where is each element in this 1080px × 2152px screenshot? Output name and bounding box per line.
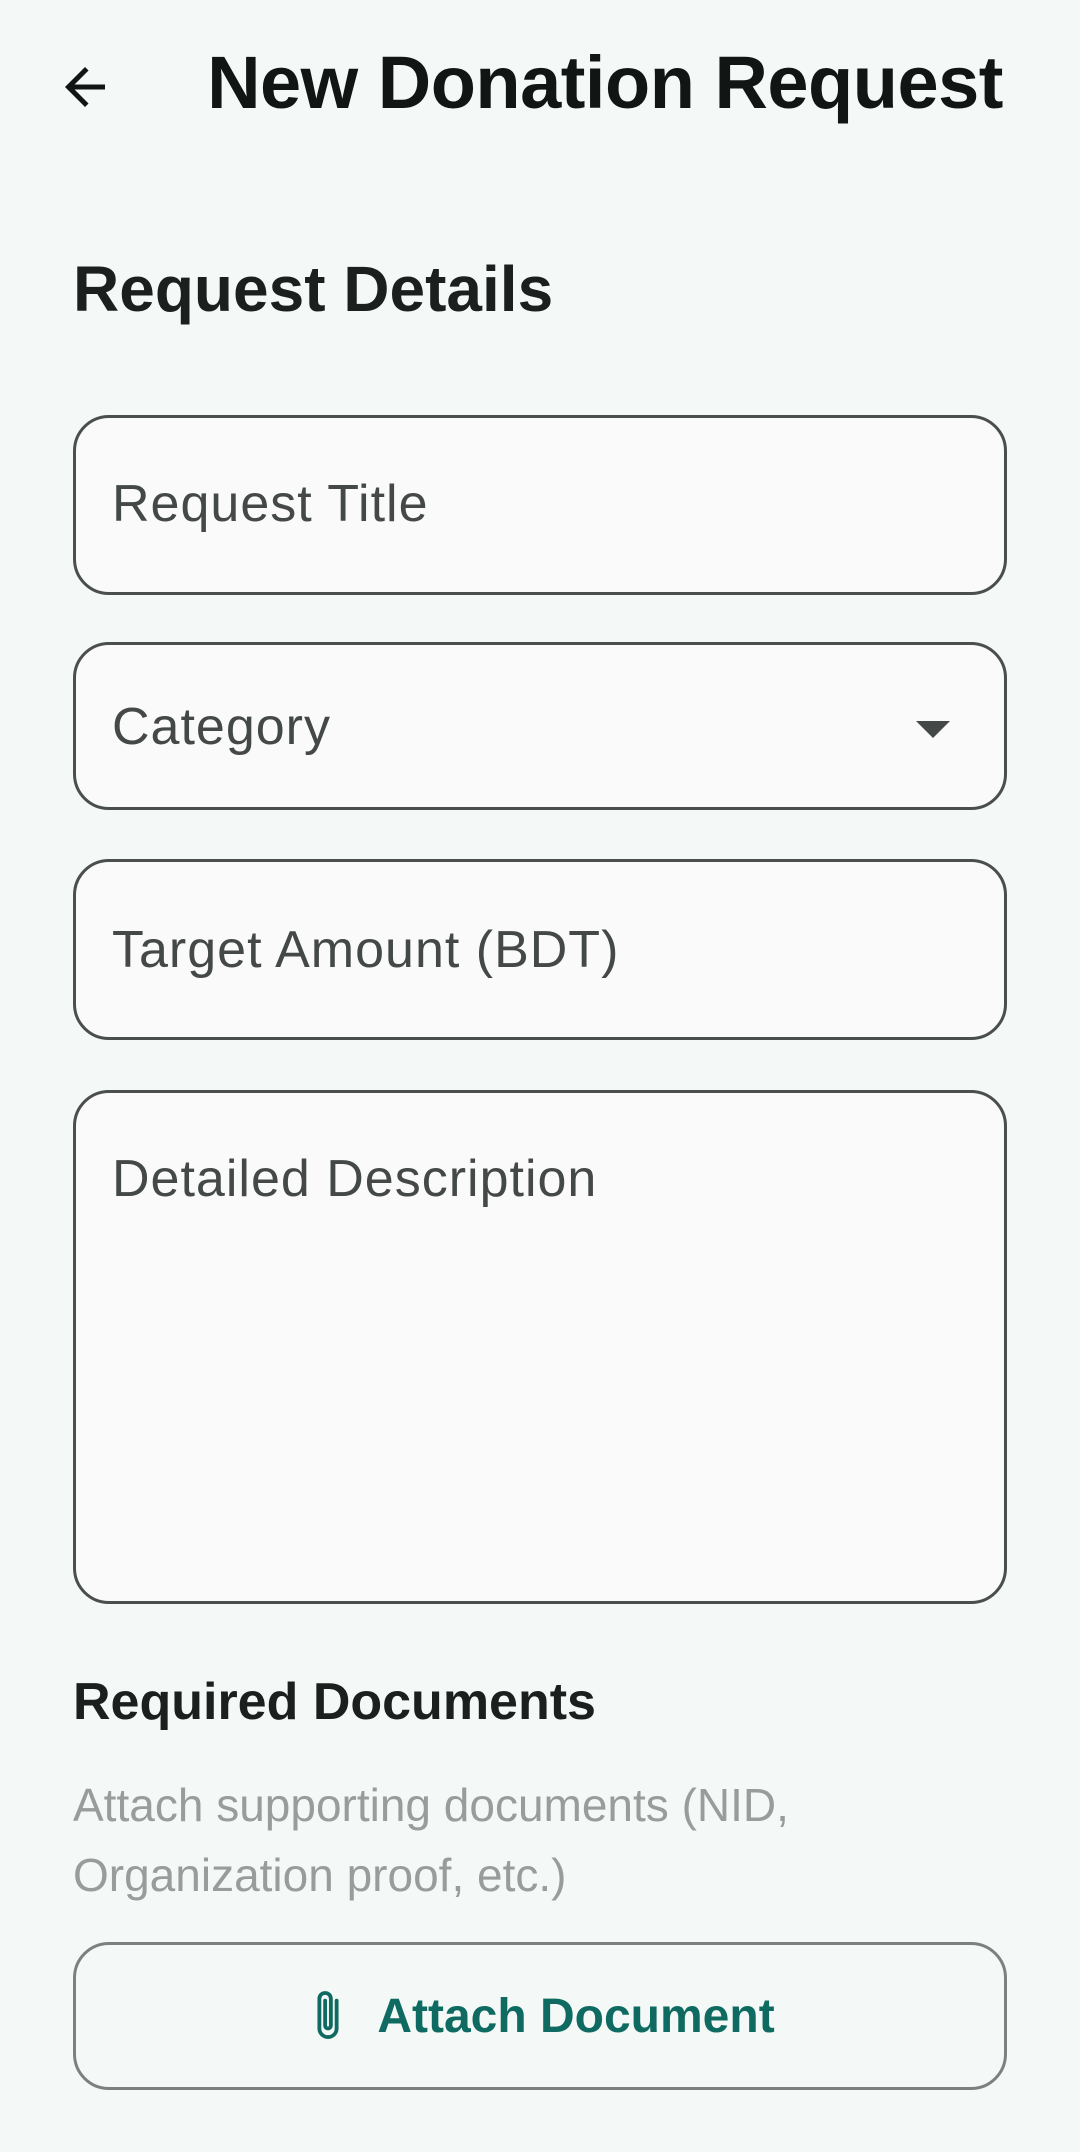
category-dropdown[interactable]: Category: [73, 642, 1007, 810]
target-amount-input[interactable]: Target Amount (BDT): [73, 859, 1007, 1040]
attach-document-button[interactable]: Attach Document: [73, 1942, 1007, 2090]
app-bar: New Donation Request: [0, 0, 1080, 180]
target-amount-placeholder: Target Amount (BDT): [112, 921, 620, 979]
description-textarea[interactable]: Detailed Description: [73, 1090, 1007, 1604]
documents-hint: Attach supporting documents (NID, Organi…: [73, 1779, 789, 1901]
request-title-placeholder: Request Title: [112, 475, 429, 533]
page-title: New Donation Request: [207, 41, 1003, 124]
request-title-input[interactable]: Request Title: [73, 415, 1007, 595]
description-placeholder: Detailed Description: [112, 1150, 598, 1208]
section-title: Request Details: [73, 253, 554, 325]
category-placeholder: Category: [112, 698, 331, 756]
attach-document-label: Attach Document: [377, 1989, 775, 2043]
dropdown-arrow-icon: [916, 721, 950, 738]
paperclip-icon: [305, 1986, 351, 2046]
documents-section-title: Required Documents: [73, 1673, 596, 1731]
